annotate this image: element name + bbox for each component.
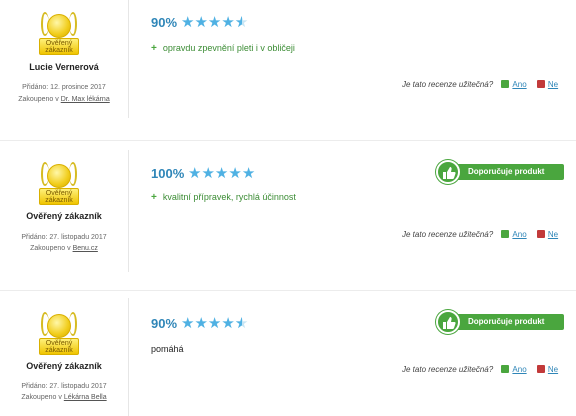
review-purchase-info: Zakoupeno v Lékárna Bella <box>21 394 107 401</box>
star-icon: ★ <box>207 14 222 31</box>
star-icon: ★ <box>214 165 229 182</box>
star-icon: ★ <box>221 14 235 31</box>
shop-link[interactable]: Dr. Max lékárna <box>61 96 110 103</box>
star-icon: ★ <box>207 315 222 332</box>
rating-score: 90% <box>151 316 178 331</box>
helpful-yes-link[interactable]: Ano <box>512 230 526 239</box>
review-text: pomáhá <box>151 344 184 354</box>
thumb-up-icon[interactable] <box>501 230 510 238</box>
thumb-down-icon[interactable] <box>536 80 545 88</box>
thumb-up-icon[interactable] <box>501 365 510 373</box>
star-icon: ★ <box>221 315 235 332</box>
recommend-label: Doporučuje produkt <box>446 314 564 330</box>
half-star-icon: ★★ <box>234 14 249 31</box>
review-divider <box>0 290 576 291</box>
helpful-no-link[interactable]: Ne <box>548 80 558 89</box>
half-star-icon: ★★ <box>234 315 249 332</box>
rating-stars: ★★★★★ <box>188 166 255 181</box>
review-pro: + opravdu zpevnění pleti i v obličeji <box>151 43 295 54</box>
rating-score: 90% <box>151 15 178 30</box>
verified-customer-badge-icon: Ověřený zákazník <box>38 162 80 208</box>
helpful-vote: Je tato recenze užitečná? Ano Ne <box>402 365 559 374</box>
recommends-product-badge: Doporučuje produkt <box>436 310 564 334</box>
verified-customer-badge-icon: Ověřený zákazník <box>38 12 80 58</box>
plus-icon: + <box>151 192 157 203</box>
review-1-author-column: Ověřený zákazník Lucie Vernerová Přidáno… <box>0 0 129 118</box>
review-date: Přidáno: 12. prosince 2017 <box>22 84 106 91</box>
star-icon: ★ <box>201 165 215 182</box>
star-icon: ★ <box>194 14 208 31</box>
rating-stars: ★★★★★★ <box>181 316 248 331</box>
thumb-up-icon <box>436 160 460 184</box>
shop-link[interactable]: Benu.cz <box>73 245 98 252</box>
star-icon: ★ <box>194 315 208 332</box>
thumb-up-icon[interactable] <box>501 80 510 88</box>
star-icon: ★ <box>181 315 195 332</box>
review-date: Přidáno: 27. listopadu 2017 <box>21 383 107 390</box>
helpful-no-link[interactable]: Ne <box>548 230 558 239</box>
rating-stars: ★★★★★★ <box>181 15 248 30</box>
thumb-down-icon[interactable] <box>536 230 545 238</box>
helpful-vote: Je tato recenze užitečná? Ano Ne <box>402 80 559 89</box>
helpful-no-link[interactable]: Ne <box>548 365 558 374</box>
review-3-author-column: Ověřený zákazník Ověřený zákazník Přidán… <box>0 298 129 416</box>
recommend-label: Doporučuje produkt <box>446 164 564 180</box>
recommends-product-badge: Doporučuje produkt <box>436 160 564 184</box>
rating-score: 100% <box>151 166 185 181</box>
star-icon: ★ <box>241 165 256 182</box>
thumb-up-icon <box>436 310 460 334</box>
plus-icon: + <box>151 43 157 54</box>
review-author: Ověřený zákazník <box>26 361 102 371</box>
helpful-vote: Je tato recenze užitečná? Ano Ne <box>402 230 559 239</box>
review-pro: + kvalitní přípravek, rychlá účinnost <box>151 192 296 203</box>
star-icon: ★ <box>181 14 195 31</box>
review-date: Přidáno: 27. listopadu 2017 <box>21 234 107 241</box>
shop-link[interactable]: Lékárna Bella <box>64 394 107 401</box>
thumb-down-icon[interactable] <box>536 365 545 373</box>
review-author: Ověřený zákazník <box>26 211 102 221</box>
review-purchase-info: Zakoupeno v Benu.cz <box>30 245 98 252</box>
verified-customer-badge-icon: Ověřený zákazník <box>38 312 80 358</box>
helpful-yes-link[interactable]: Ano <box>512 365 526 374</box>
star-icon: ★ <box>188 165 202 182</box>
review-2-author-column: Ověřený zákazník Ověřený zákazník Přidán… <box>0 150 129 272</box>
review-divider <box>0 140 576 141</box>
review-purchase-info: Zakoupeno v Dr. Max lékárna <box>18 96 110 103</box>
review-author: Lucie Vernerová <box>29 62 99 72</box>
helpful-yes-link[interactable]: Ano <box>512 80 526 89</box>
star-icon: ★ <box>228 165 242 182</box>
